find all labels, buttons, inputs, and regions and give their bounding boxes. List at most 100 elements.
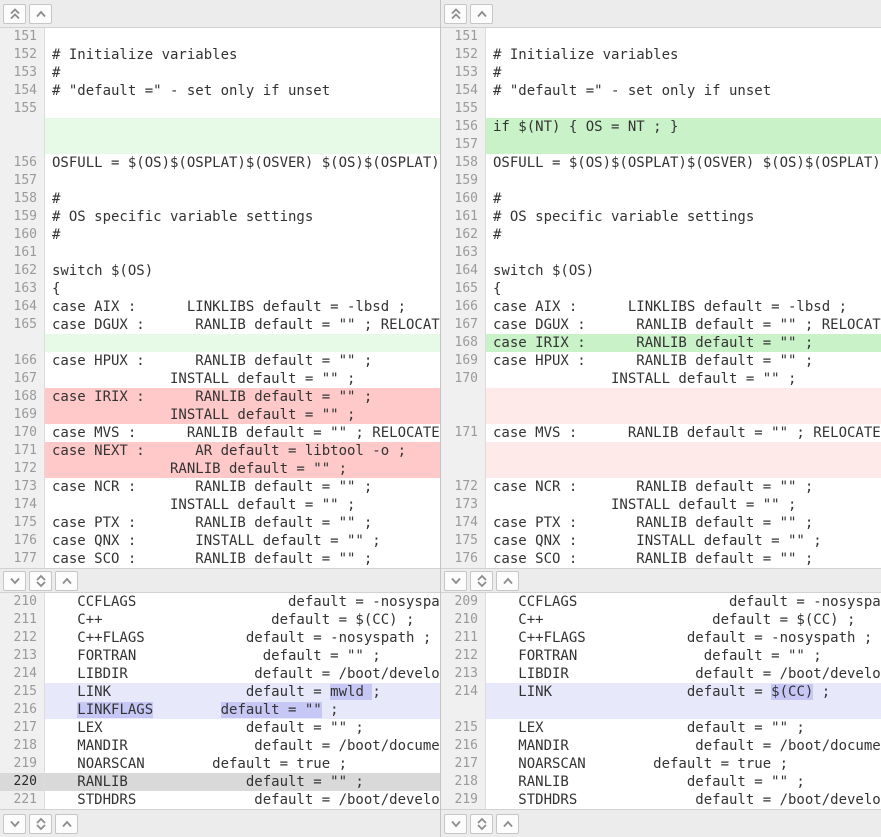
diff-row[interactable]: 172 RANLIB default = "" ;	[0, 460, 440, 478]
diff-row[interactable]: 218 MANDIR default = /boot/documentation…	[0, 737, 440, 755]
diff-row[interactable]: 160#	[0, 226, 440, 244]
diff-row[interactable]: 158#	[0, 190, 440, 208]
scroll-up-button[interactable]	[55, 571, 78, 591]
diff-row[interactable]	[441, 406, 881, 424]
diff-row[interactable]: 212 C++FLAGS default = -nosyspath ;	[0, 629, 440, 647]
diff-row[interactable]: 154# "default =" - set only if unset	[441, 82, 881, 100]
scroll-up-button[interactable]	[29, 4, 52, 24]
scroll-down-button[interactable]	[3, 814, 26, 834]
diff-row[interactable]: 215 LINK default = mwld ;	[0, 683, 440, 701]
diff-row[interactable]: 169case HPUX : RANLIB default = "" ;	[441, 352, 881, 370]
diff-row[interactable]	[441, 701, 881, 719]
diff-row[interactable]: 163	[441, 244, 881, 262]
diff-row[interactable]: 157	[441, 136, 881, 154]
diff-row[interactable]: 164case AIX : LINKLIBS default = -lbsd ;	[0, 298, 440, 316]
diff-row[interactable]: 220 RANLIB default = "" ;	[0, 773, 440, 791]
diff-row[interactable]: 170case MVS : RANLIB default = "" ; RELO…	[0, 424, 440, 442]
diff-row[interactable]: 211 C++ default = $(CC) ;	[0, 611, 440, 629]
diff-row[interactable]: 217 NOARSCAN default = true ;	[441, 755, 881, 773]
diff-row[interactable]: 177case SCO : RANLIB default = "" ;	[0, 550, 440, 568]
diff-row[interactable]: 159# OS specific variable settings	[0, 208, 440, 226]
diff-row[interactable]	[441, 460, 881, 478]
diff-row[interactable]: 172case NCR : RANLIB default = "" ;	[441, 478, 881, 496]
diff-row[interactable]: 171case NEXT : AR default = libtool -o ;	[0, 442, 440, 460]
diff-row[interactable]: 216 LINKFLAGS default = "" ;	[0, 701, 440, 719]
diff-row[interactable]: 217 LEX default = "" ;	[0, 719, 440, 737]
diff-row[interactable]: 167case DGUX : RANLIB default = "" ; REL…	[441, 316, 881, 334]
diff-row[interactable]: 162#	[441, 226, 881, 244]
scroll-up-button[interactable]	[55, 814, 78, 834]
diff-row[interactable]: 168case IRIX : RANLIB default = "" ;	[0, 388, 440, 406]
diff-row[interactable]: 162switch $(OS)	[0, 262, 440, 280]
diff-row[interactable]: 152# Initialize variables	[441, 46, 881, 64]
diff-row[interactable]: 219 NOARSCAN default = true ;	[0, 755, 440, 773]
diff-row[interactable]: 161	[0, 244, 440, 262]
diff-row[interactable]: 176case QNX : INSTALL default = "" ;	[0, 532, 440, 550]
unfold-section-button[interactable]	[29, 571, 52, 591]
scroll-to-top-button[interactable]	[3, 4, 26, 24]
scroll-to-top-button[interactable]	[444, 4, 467, 24]
diff-row[interactable]: 170 INSTALL default = "" ;	[441, 370, 881, 388]
diff-row[interactable]: 165{	[441, 280, 881, 298]
diff-row[interactable]: 174case PTX : RANLIB default = "" ;	[441, 514, 881, 532]
diff-row[interactable]: 153#	[441, 64, 881, 82]
scroll-up-button[interactable]	[496, 814, 519, 834]
diff-row[interactable]: 166case HPUX : RANLIB default = "" ;	[0, 352, 440, 370]
diff-row[interactable]: 215 LEX default = "" ;	[441, 719, 881, 737]
diff-row[interactable]: 160#	[441, 190, 881, 208]
diff-row[interactable]: 166case AIX : LINKLIBS default = -lbsd ;	[441, 298, 881, 316]
diff-row[interactable]: 155	[0, 100, 440, 118]
scroll-up-button[interactable]	[496, 571, 519, 591]
diff-row[interactable]: 168case IRIX : RANLIB default = "" ;	[441, 334, 881, 352]
diff-row[interactable]: 213 LIBDIR default = /boot/develop/lib ;	[441, 665, 881, 683]
diff-row[interactable]: 161# OS specific variable settings	[441, 208, 881, 226]
diff-row[interactable]: 154# "default =" - set only if unset	[0, 82, 440, 100]
diff-row[interactable]: 173case NCR : RANLIB default = "" ;	[0, 478, 440, 496]
diff-row[interactable]: 174 INSTALL default = "" ;	[0, 496, 440, 514]
diff-row[interactable]	[0, 334, 440, 352]
diff-row[interactable]: 169 INSTALL default = "" ;	[0, 406, 440, 424]
diff-row[interactable]: 165case DGUX : RANLIB default = "" ; REL…	[0, 316, 440, 334]
diff-row[interactable]: 218 RANLIB default = "" ;	[441, 773, 881, 791]
diff-row[interactable]: 216 MANDIR default = /boot/documentation…	[441, 737, 881, 755]
diff-row[interactable]: 152# Initialize variables	[0, 46, 440, 64]
unfold-section-button[interactable]	[29, 814, 52, 834]
diff-row[interactable]	[0, 118, 440, 136]
scroll-down-button[interactable]	[444, 814, 467, 834]
diff-row[interactable]: 163{	[0, 280, 440, 298]
diff-row[interactable]: 175case QNX : INSTALL default = "" ;	[441, 532, 881, 550]
diff-row[interactable]	[0, 136, 440, 154]
diff-row[interactable]: 219 STDHDRS default = /boot/develop/head…	[441, 791, 881, 809]
diff-row[interactable]: 210 CCFLAGS default = -nosyspath ;	[0, 593, 440, 611]
diff-row[interactable]: 156if $(NT) { OS = NT ; }	[441, 118, 881, 136]
diff-row[interactable]: 213 FORTRAN default = "" ;	[0, 647, 440, 665]
diff-row[interactable]: 209 CCFLAGS default = -nosyspath ;	[441, 593, 881, 611]
diff-row[interactable]: 210 C++ default = $(CC) ;	[441, 611, 881, 629]
diff-row[interactable]: 164switch $(OS)	[441, 262, 881, 280]
diff-row[interactable]: 173 INSTALL default = "" ;	[441, 496, 881, 514]
diff-row[interactable]: 159	[441, 172, 881, 190]
diff-row[interactable]: 158OSFULL = $(OS)$(OSPLAT)$(OSVER) $(OS)…	[441, 154, 881, 172]
unfold-section-button[interactable]	[470, 814, 493, 834]
diff-row[interactable]: 167 INSTALL default = "" ;	[0, 370, 440, 388]
diff-row[interactable]: 176case SCO : RANLIB default = "" ;	[441, 550, 881, 568]
unfold-section-button[interactable]	[470, 571, 493, 591]
diff-row[interactable]	[441, 442, 881, 460]
diff-row[interactable]: 211 C++FLAGS default = -nosyspath ;	[441, 629, 881, 647]
diff-row[interactable]: 155	[441, 100, 881, 118]
diff-row[interactable]: 175case PTX : RANLIB default = "" ;	[0, 514, 440, 532]
diff-row[interactable]: 151	[441, 28, 881, 46]
diff-row[interactable]	[441, 388, 881, 406]
diff-row[interactable]: 151	[0, 28, 440, 46]
scroll-down-button[interactable]	[444, 571, 467, 591]
diff-row[interactable]: 157	[0, 172, 440, 190]
diff-row[interactable]: 221 STDHDRS default = /boot/develop/head…	[0, 791, 440, 809]
diff-row[interactable]: 171case MVS : RANLIB default = "" ; RELO…	[441, 424, 881, 442]
scroll-down-button[interactable]	[3, 571, 26, 591]
diff-row[interactable]: 214 LIBDIR default = /boot/develop/lib ;	[0, 665, 440, 683]
diff-row[interactable]: 212 FORTRAN default = "" ;	[441, 647, 881, 665]
diff-row[interactable]: 214 LINK default = $(CC) ;	[441, 683, 881, 701]
diff-row[interactable]: 156OSFULL = $(OS)$(OSPLAT)$(OSVER) $(OS)…	[0, 154, 440, 172]
scroll-up-button[interactable]	[470, 4, 493, 24]
diff-row[interactable]: 153#	[0, 64, 440, 82]
